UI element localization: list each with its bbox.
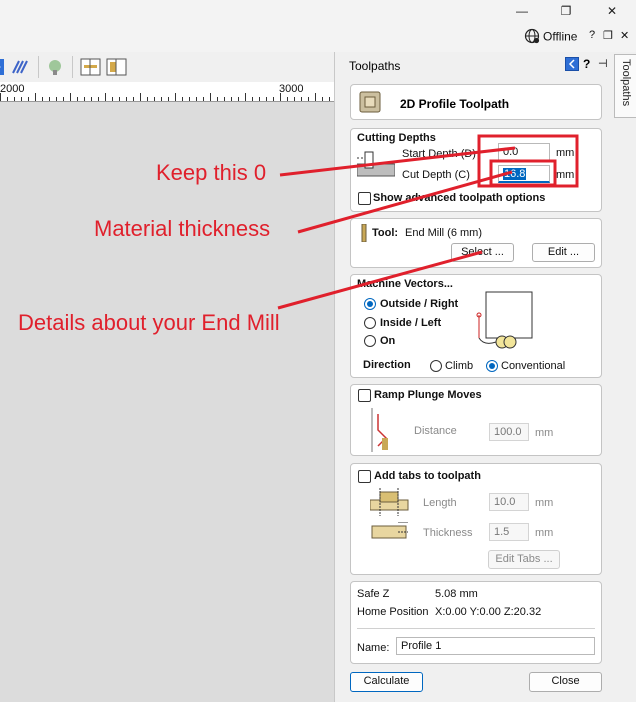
annotation-end-mill-details: Details about your End Mill (18, 310, 280, 335)
annotation-arrow (297, 170, 513, 234)
annotation-material-thickness: Material thickness (94, 216, 271, 241)
annotation-keep-zero: Keep this 0 (156, 160, 267, 185)
annotation-overlay (277, 134, 579, 310)
annotation-box (489, 159, 557, 187)
annotation-arrow (277, 250, 483, 310)
